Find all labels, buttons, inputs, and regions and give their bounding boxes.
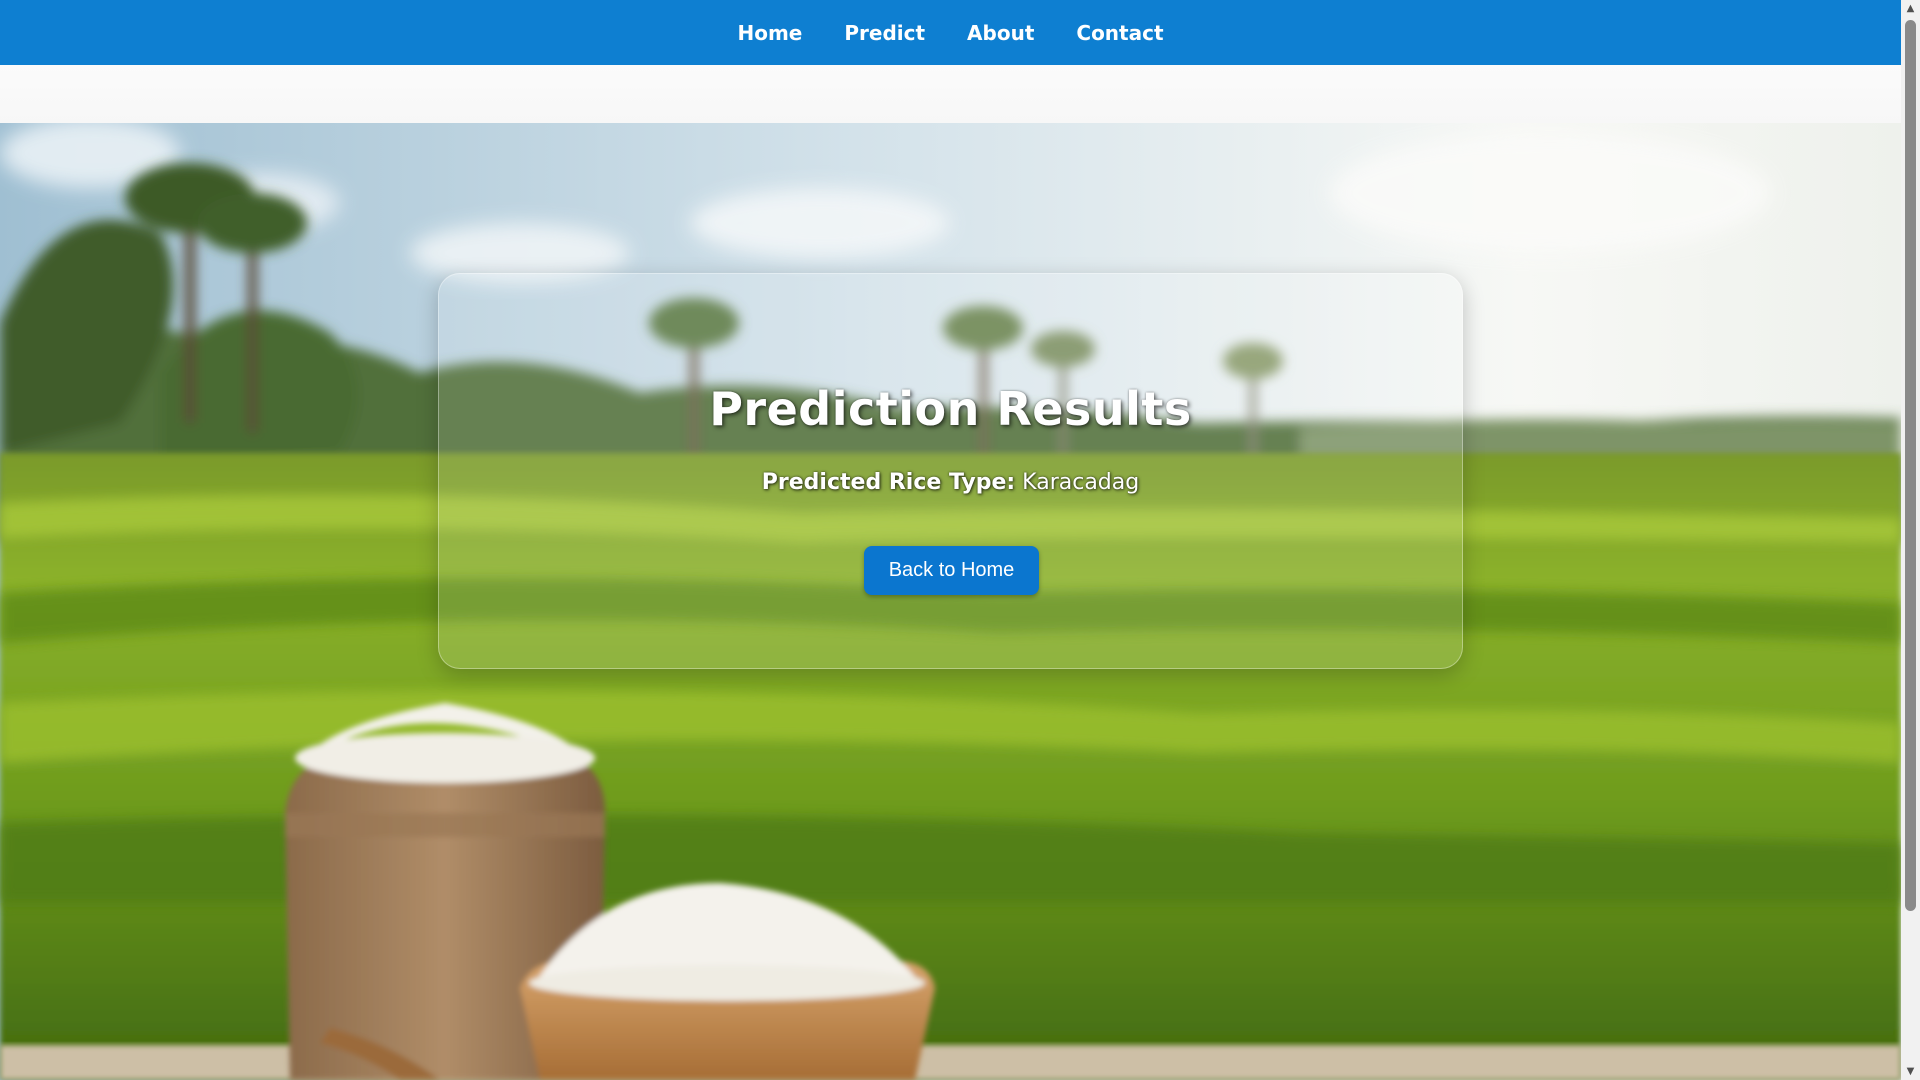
- vertical-scrollbar[interactable]: ▲ ▼: [1901, 0, 1920, 1080]
- scrollbar-thumb[interactable]: [1905, 20, 1916, 911]
- prediction-text: Predicted Rice Type: Karacadag: [439, 470, 1462, 495]
- page-viewport: Home Predict About Contact Prediction Re…: [0, 0, 1901, 1080]
- results-heading: Prediction Results: [709, 382, 1192, 436]
- prediction-label: Predicted Rice Type:: [761, 470, 1016, 495]
- prediction-value: Karacadag: [1022, 470, 1140, 495]
- top-navbar: Home Predict About Contact: [0, 0, 1901, 65]
- nav-contact-link[interactable]: Contact: [1076, 21, 1163, 45]
- nav-home-link[interactable]: Home: [737, 21, 802, 45]
- header-spacer: [0, 65, 1901, 123]
- back-to-home-button[interactable]: Back to Home: [864, 546, 1039, 595]
- scroll-down-arrow-icon[interactable]: ▼: [1901, 1063, 1920, 1080]
- nav-about-link[interactable]: About: [967, 21, 1034, 45]
- nav-predict-link[interactable]: Predict: [844, 21, 925, 45]
- scroll-up-arrow-icon[interactable]: ▲: [1901, 0, 1920, 17]
- prediction-results-card: Prediction Results Predicted Rice Type: …: [438, 273, 1463, 669]
- rice-field-background: Prediction Results Predicted Rice Type: …: [0, 123, 1901, 1080]
